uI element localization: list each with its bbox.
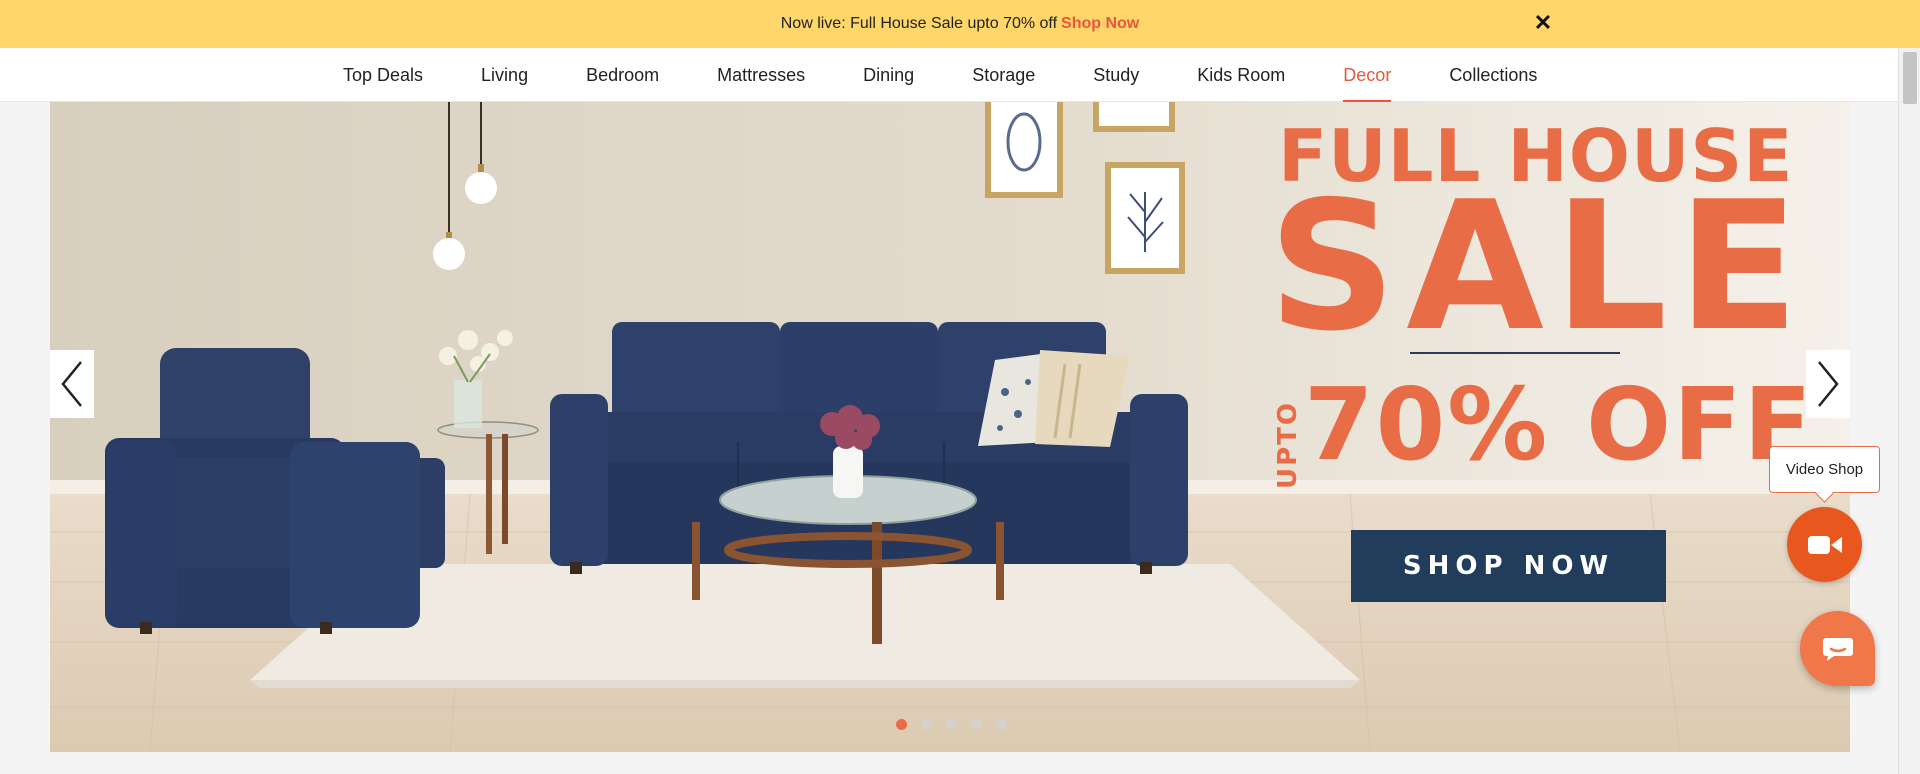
carousel-next-button[interactable]: [1806, 350, 1850, 418]
sale-headline-sale: SALE: [1268, 163, 1809, 370]
sale-discount: 70% OFF: [1304, 366, 1814, 483]
nav-item-collections[interactable]: Collections: [1449, 48, 1537, 102]
video-shop-button[interactable]: [1787, 507, 1862, 582]
nav-item-storage[interactable]: Storage: [972, 48, 1035, 102]
nav-item-living[interactable]: Living: [481, 48, 528, 102]
promo-text: Now live: Full House Sale upto 70% off: [780, 15, 1058, 32]
nav-item-study[interactable]: Study: [1093, 48, 1139, 102]
carousel-dot-4[interactable]: [971, 719, 982, 730]
nav-item-top-deals[interactable]: Top Deals: [343, 48, 423, 102]
carousel-dot-5[interactable]: [996, 719, 1007, 730]
nav-item-mattresses[interactable]: Mattresses: [717, 48, 805, 102]
hero-banner[interactable]: FULL HOUSE SALE UPTO 70% OFF SHOP NOW: [50, 102, 1850, 752]
shop-now-button[interactable]: SHOP NOW: [1351, 530, 1666, 602]
promo-bar: Now live: Full House Sale upto 70% off S…: [0, 0, 1920, 48]
sale-upto-label: UPTO: [1273, 401, 1303, 490]
carousel-dot-3[interactable]: [946, 719, 957, 730]
category-nav: Top Deals Living Bedroom Mattresses Dini…: [0, 48, 1898, 102]
nav-item-kids-room[interactable]: Kids Room: [1197, 48, 1285, 102]
promo-shop-now-link[interactable]: Shop Now: [1061, 15, 1139, 33]
video-camera-icon: [1807, 535, 1842, 554]
video-shop-tooltip: Video Shop: [1769, 446, 1880, 493]
carousel-dots: [896, 719, 1021, 730]
nav-item-bedroom[interactable]: Bedroom: [586, 48, 659, 102]
chat-button[interactable]: [1800, 611, 1875, 686]
scrollbar-thumb[interactable]: [1903, 52, 1917, 104]
page-scrollbar[interactable]: [1898, 48, 1920, 774]
carousel-dot-2[interactable]: [921, 719, 932, 730]
headline-divider: [1410, 352, 1620, 354]
close-icon[interactable]: ✕: [1533, 10, 1553, 35]
carousel-prev-button[interactable]: [50, 350, 94, 418]
carousel-dot-1[interactable]: [896, 719, 907, 730]
nav-item-decor[interactable]: Decor: [1343, 48, 1392, 102]
chevron-left-icon: [61, 361, 82, 407]
nav-item-dining[interactable]: Dining: [863, 48, 914, 102]
chevron-right-icon: [1818, 361, 1839, 407]
chat-icon: [1822, 637, 1853, 661]
